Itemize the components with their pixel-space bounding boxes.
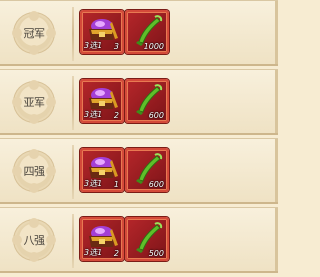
chest-count: 1 [113, 180, 119, 189]
rank-badge: 八强 [12, 218, 56, 262]
rank-badge: 亚军 [12, 80, 56, 124]
rank-label: 冠军 [23, 27, 46, 40]
chest-reward-item[interactable]: 3选1 2 [80, 79, 124, 123]
divider [72, 145, 74, 199]
rank-label: 四强 [23, 165, 46, 178]
chest-label: 3选1 [84, 41, 103, 50]
currency-reward-item[interactable]: 500 [125, 217, 169, 261]
currency-reward-item[interactable]: 600 [125, 148, 169, 192]
rank-label: 亚军 [23, 96, 46, 109]
chest-label: 3选1 [84, 110, 103, 119]
reward-row-champion: 冠军 3选1 3 1000 [0, 0, 278, 66]
chest-label: 3选1 [84, 248, 103, 257]
reward-row-top-four: 四强 3选1 1 600 [0, 138, 278, 204]
chest-count: 2 [113, 111, 119, 120]
currency-amount: 1000 [143, 42, 164, 51]
divider [72, 7, 74, 61]
currency-amount: 500 [148, 249, 164, 258]
currency-amount: 600 [148, 111, 164, 120]
chest-reward-item[interactable]: 3选1 1 [80, 148, 124, 192]
divider [72, 214, 74, 268]
currency-reward-item[interactable]: 600 [125, 79, 169, 123]
chest-count: 2 [113, 249, 119, 258]
rank-badge: 四强 [12, 149, 56, 193]
chest-label: 3选1 [84, 179, 103, 188]
divider [72, 76, 74, 130]
reward-row-runner-up: 亚军 3选1 2 600 [0, 69, 278, 135]
currency-amount: 600 [148, 180, 164, 189]
reward-row-top-eight: 八强 3选1 2 500 [0, 207, 278, 273]
currency-reward-item[interactable]: 1000 [125, 10, 169, 54]
rank-label: 八强 [23, 234, 46, 247]
chest-reward-item[interactable]: 3选1 2 [80, 217, 124, 261]
rank-badge: 冠军 [12, 11, 56, 55]
chest-count: 3 [113, 42, 119, 51]
chest-reward-item[interactable]: 3选1 3 [80, 10, 124, 54]
